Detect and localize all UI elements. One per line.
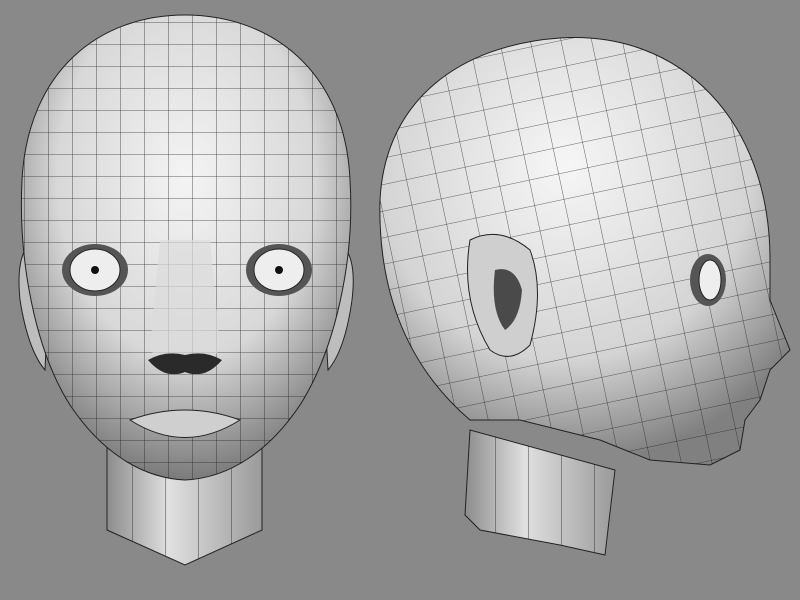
front-nose <box>150 240 220 368</box>
side-head-mesh <box>379 37 791 556</box>
front-head-mesh <box>18 14 354 566</box>
render-viewport <box>18 14 791 566</box>
